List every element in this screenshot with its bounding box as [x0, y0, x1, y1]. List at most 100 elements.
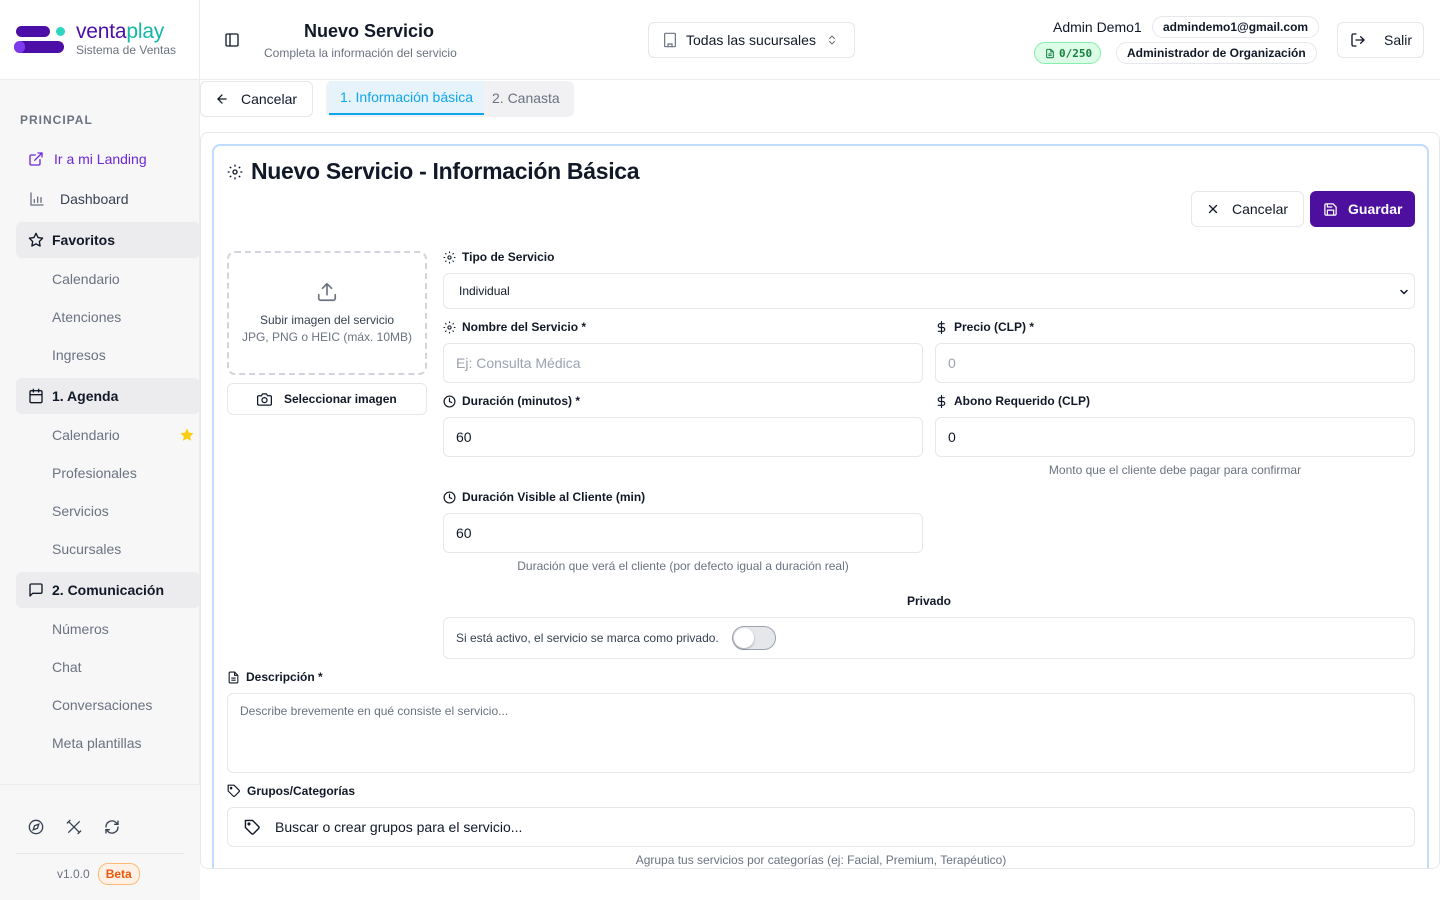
grupos-search-input[interactable]: Buscar o crear grupos para el servicio..… — [227, 807, 1415, 847]
sidebar-item-servicios[interactable]: Servicios — [16, 492, 200, 530]
top-header: Nuevo Servicio Completa la información d… — [200, 0, 1440, 80]
sidebar-item-dashboard[interactable]: Dashboard — [16, 180, 200, 218]
sidebar-item-atenciones[interactable]: Atenciones — [16, 298, 200, 336]
sidebar-group-label: Favoritos — [52, 232, 116, 248]
message-square-icon — [28, 582, 44, 598]
upload-title: Subir imagen del servicio — [259, 313, 395, 327]
bar-chart-icon — [28, 191, 46, 207]
sidebar-item-calendario-fav[interactable]: Calendario — [16, 260, 200, 298]
file-text-icon — [1045, 48, 1055, 59]
favorite-star-icon[interactable] — [180, 428, 194, 442]
sidebar-item-chat[interactable]: Chat — [16, 648, 200, 686]
sidebar-toggle-icon[interactable] — [224, 32, 240, 48]
sidebar-footer: v1.0.0 Beta — [0, 784, 200, 900]
step-tabs: 1. Información básica 2. Canasta — [326, 81, 574, 117]
sidebar-item-meta-plantillas[interactable]: Meta plantillas — [16, 724, 200, 762]
chevrons-up-down-icon — [826, 33, 838, 47]
duracion-visible-label: Duración Visible al Cliente (min) — [443, 490, 645, 504]
logout-button[interactable]: Salir — [1337, 22, 1424, 58]
precio-label: Precio (CLP) * — [935, 320, 1034, 334]
sidebar-item-calendario[interactable]: Calendario — [16, 416, 200, 454]
sidebar-item-label: Dashboard — [60, 191, 129, 207]
select-image-label: Seleccionar imagen — [284, 392, 397, 406]
sidebar-item-sucursales[interactable]: Sucursales — [16, 530, 200, 568]
sidebar-group-label: 2. Comunicación — [52, 582, 165, 598]
precio-input[interactable]: 0 — [935, 343, 1415, 383]
privado-description: Si está activo, el servicio se marca com… — [456, 631, 719, 645]
branch-selector[interactable]: Todas las sucursales — [648, 22, 855, 58]
grupos-placeholder: Buscar o crear grupos para el servicio..… — [275, 819, 523, 835]
grupos-help-text: Agrupa tus servicios por categorías (ej:… — [635, 853, 1007, 867]
sidebar-item-ingresos[interactable]: Ingresos — [16, 336, 200, 374]
save-icon — [1323, 202, 1338, 217]
form-container: Nuevo Servicio - Información Básica Canc… — [200, 132, 1440, 869]
cancel-button[interactable]: Cancelar — [1191, 191, 1304, 227]
calendar-icon — [28, 388, 44, 404]
tab-canasta[interactable]: 2. Canasta — [492, 81, 560, 115]
descripcion-label: Descripción * — [227, 670, 323, 684]
logo-mark-icon — [14, 25, 66, 54]
compass-icon[interactable] — [28, 819, 44, 835]
sidebar-group-comunicacion[interactable]: 2. Comunicación — [16, 572, 200, 608]
duracion-visible-input[interactable]: 60 — [443, 513, 923, 553]
upload-icon — [316, 281, 338, 303]
sidebar: ventaplay Sistema de Ventas PRINCIPAL Ir… — [0, 0, 200, 900]
logout-icon — [1350, 32, 1366, 48]
star-icon — [28, 232, 44, 248]
sidebar-group-favoritos[interactable]: Favoritos — [16, 222, 200, 258]
page-title: Nuevo Servicio — [304, 21, 435, 41]
tipo-servicio-value: Individual — [459, 284, 510, 298]
chevron-down-icon — [1398, 286, 1410, 298]
sidebar-nav: PRINCIPAL Ir a mi Landing Dashboard Favo… — [16, 100, 200, 762]
privado-title: Privado — [906, 594, 951, 608]
tag-icon — [227, 784, 241, 798]
user-name: Admin Demo1 — [1053, 19, 1142, 35]
building-icon — [662, 32, 678, 48]
form-title: Nuevo Servicio - Información Básica — [227, 158, 640, 185]
close-icon — [1206, 202, 1220, 216]
back-cancel-button[interactable]: Cancelar — [200, 81, 313, 117]
tipo-servicio-label: Tipo de Servicio — [443, 250, 554, 264]
cancel-label: Cancelar — [1232, 201, 1289, 217]
brand-name: ventaplay — [76, 20, 165, 43]
arrow-left-icon — [215, 92, 229, 106]
sidebar-group-agenda[interactable]: 1. Agenda — [16, 378, 200, 414]
privado-setting: Si está activo, el servicio se marca com… — [443, 617, 1415, 659]
nav-section-principal: PRINCIPAL — [20, 113, 93, 127]
duracion-visible-help-text: Duración que verá el cliente (por defect… — [517, 559, 849, 573]
nombre-servicio-label: Nombre del Servicio * — [443, 320, 586, 334]
clock-icon — [443, 394, 456, 408]
descripcion-textarea[interactable]: Describe brevemente en qué consiste el s… — [227, 693, 1415, 773]
dollar-icon — [935, 320, 948, 334]
quota-badge: 0/250 — [1034, 42, 1102, 64]
privado-toggle[interactable] — [731, 626, 776, 650]
form-card: Nuevo Servicio - Información Básica Canc… — [212, 144, 1429, 868]
external-link-icon — [28, 151, 44, 167]
duracion-input[interactable]: 60 — [443, 417, 923, 457]
tipo-servicio-select[interactable]: Individual — [443, 273, 1415, 309]
abono-input[interactable]: 0 — [935, 417, 1415, 457]
upload-hint: JPG, PNG o HEIC (máx. 10MB) — [241, 330, 413, 344]
sidebar-item-label: Ir a mi Landing — [54, 151, 147, 167]
nombre-servicio-input[interactable]: Ej: Consulta Médica — [443, 343, 923, 383]
beta-badge: Beta — [97, 863, 140, 885]
image-upload-dropzone[interactable]: Subir imagen del servicio JPG, PNG o HEI… — [227, 251, 427, 375]
brand-logo[interactable]: ventaplay Sistema de Ventas — [0, 0, 199, 80]
abono-help-text: Monto que el cliente debe pagar para con… — [1048, 463, 1302, 477]
save-label: Guardar — [1348, 201, 1403, 217]
sidebar-item-numeros[interactable]: Números — [16, 610, 200, 648]
sidebar-item-conversaciones[interactable]: Conversaciones — [16, 686, 200, 724]
grupos-label: Grupos/Categorías — [227, 784, 355, 798]
tab-informacion-basica[interactable]: 1. Información básica — [329, 81, 484, 115]
refresh-icon[interactable] — [104, 819, 120, 835]
tools-icon[interactable] — [66, 819, 82, 835]
save-button[interactable]: Guardar — [1310, 191, 1415, 227]
page-subtitle: Completa la información del servicio — [264, 46, 457, 60]
select-image-button[interactable]: Seleccionar imagen — [227, 383, 427, 415]
app-version: v1.0.0 — [57, 867, 90, 881]
settings-icon — [443, 251, 456, 264]
sidebar-item-profesionales[interactable]: Profesionales — [16, 454, 200, 492]
sidebar-item-landing[interactable]: Ir a mi Landing — [16, 140, 200, 178]
file-text-icon — [227, 671, 240, 684]
branch-selector-value: Todas las sucursales — [686, 32, 816, 48]
